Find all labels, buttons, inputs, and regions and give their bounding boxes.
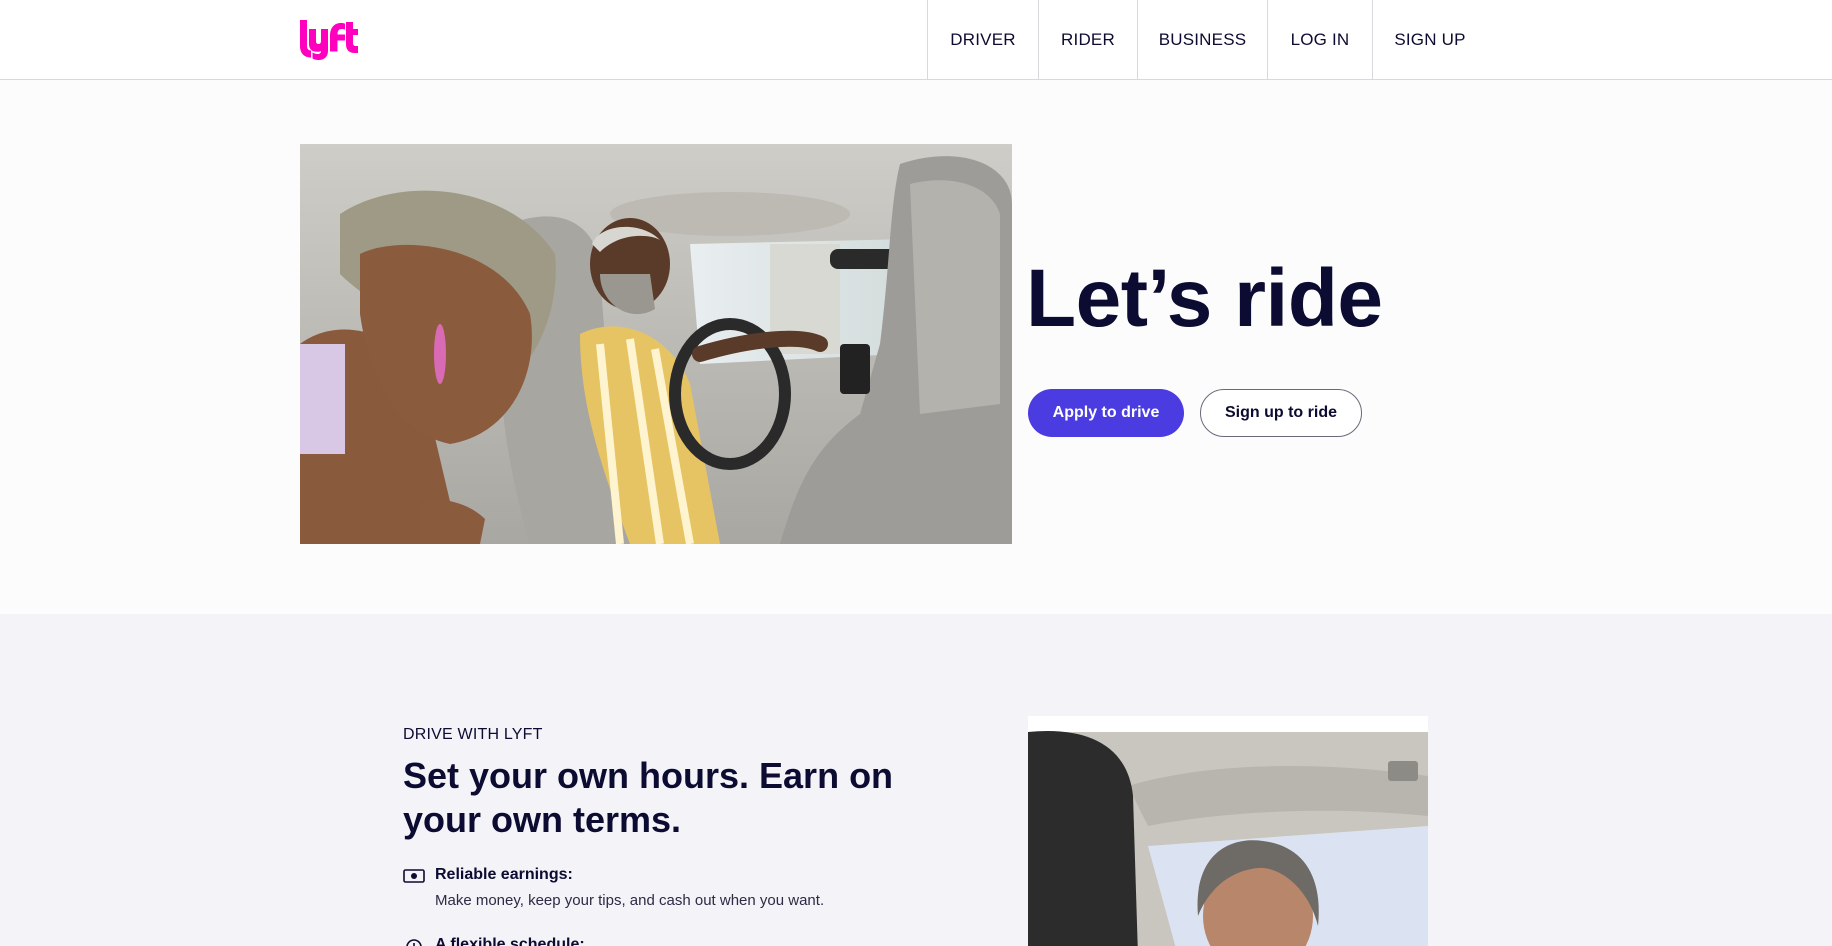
nav-business[interactable]: BUSINESS [1137,0,1267,79]
drive-section: DRIVE WITH LYFT Set your own hours. Earn… [0,614,1832,946]
nav-sign-up[interactable]: SIGN UP [1372,0,1487,79]
hero-image [300,144,1012,544]
feature-title: A flexible schedule: [435,936,585,946]
nav-driver[interactable]: DRIVER [927,0,1038,79]
apply-to-drive-button[interactable]: Apply to drive [1028,389,1184,437]
lyft-logo[interactable] [300,18,358,60]
lyft-logo-icon [300,20,358,60]
site-header: DRIVER RIDER BUSINESS LOG IN SIGN UP [0,0,1832,80]
section-eyebrow: DRIVE WITH LYFT [403,726,543,743]
drive-photo-illustration [1028,724,1428,946]
drive-image [1028,716,1428,946]
nav-rider[interactable]: RIDER [1038,0,1137,79]
nav-log-in[interactable]: LOG IN [1267,0,1372,79]
feature-title: Reliable earnings: [435,866,573,883]
clock-icon [403,938,425,946]
hero-title: Let’s ride [1026,253,1383,344]
feature-description: Make money, keep your tips, and cash out… [435,892,825,909]
cash-icon [403,868,425,884]
sign-up-to-ride-button[interactable]: Sign up to ride [1200,389,1362,437]
main-nav: DRIVER RIDER BUSINESS LOG IN SIGN UP [927,0,1487,80]
hero-section: Let’s ride Apply to drive Sign up to rid… [0,80,1832,614]
hero-photo-illustration [300,144,1012,544]
section-title: Set your own hours. Earn on your own ter… [403,755,894,840]
